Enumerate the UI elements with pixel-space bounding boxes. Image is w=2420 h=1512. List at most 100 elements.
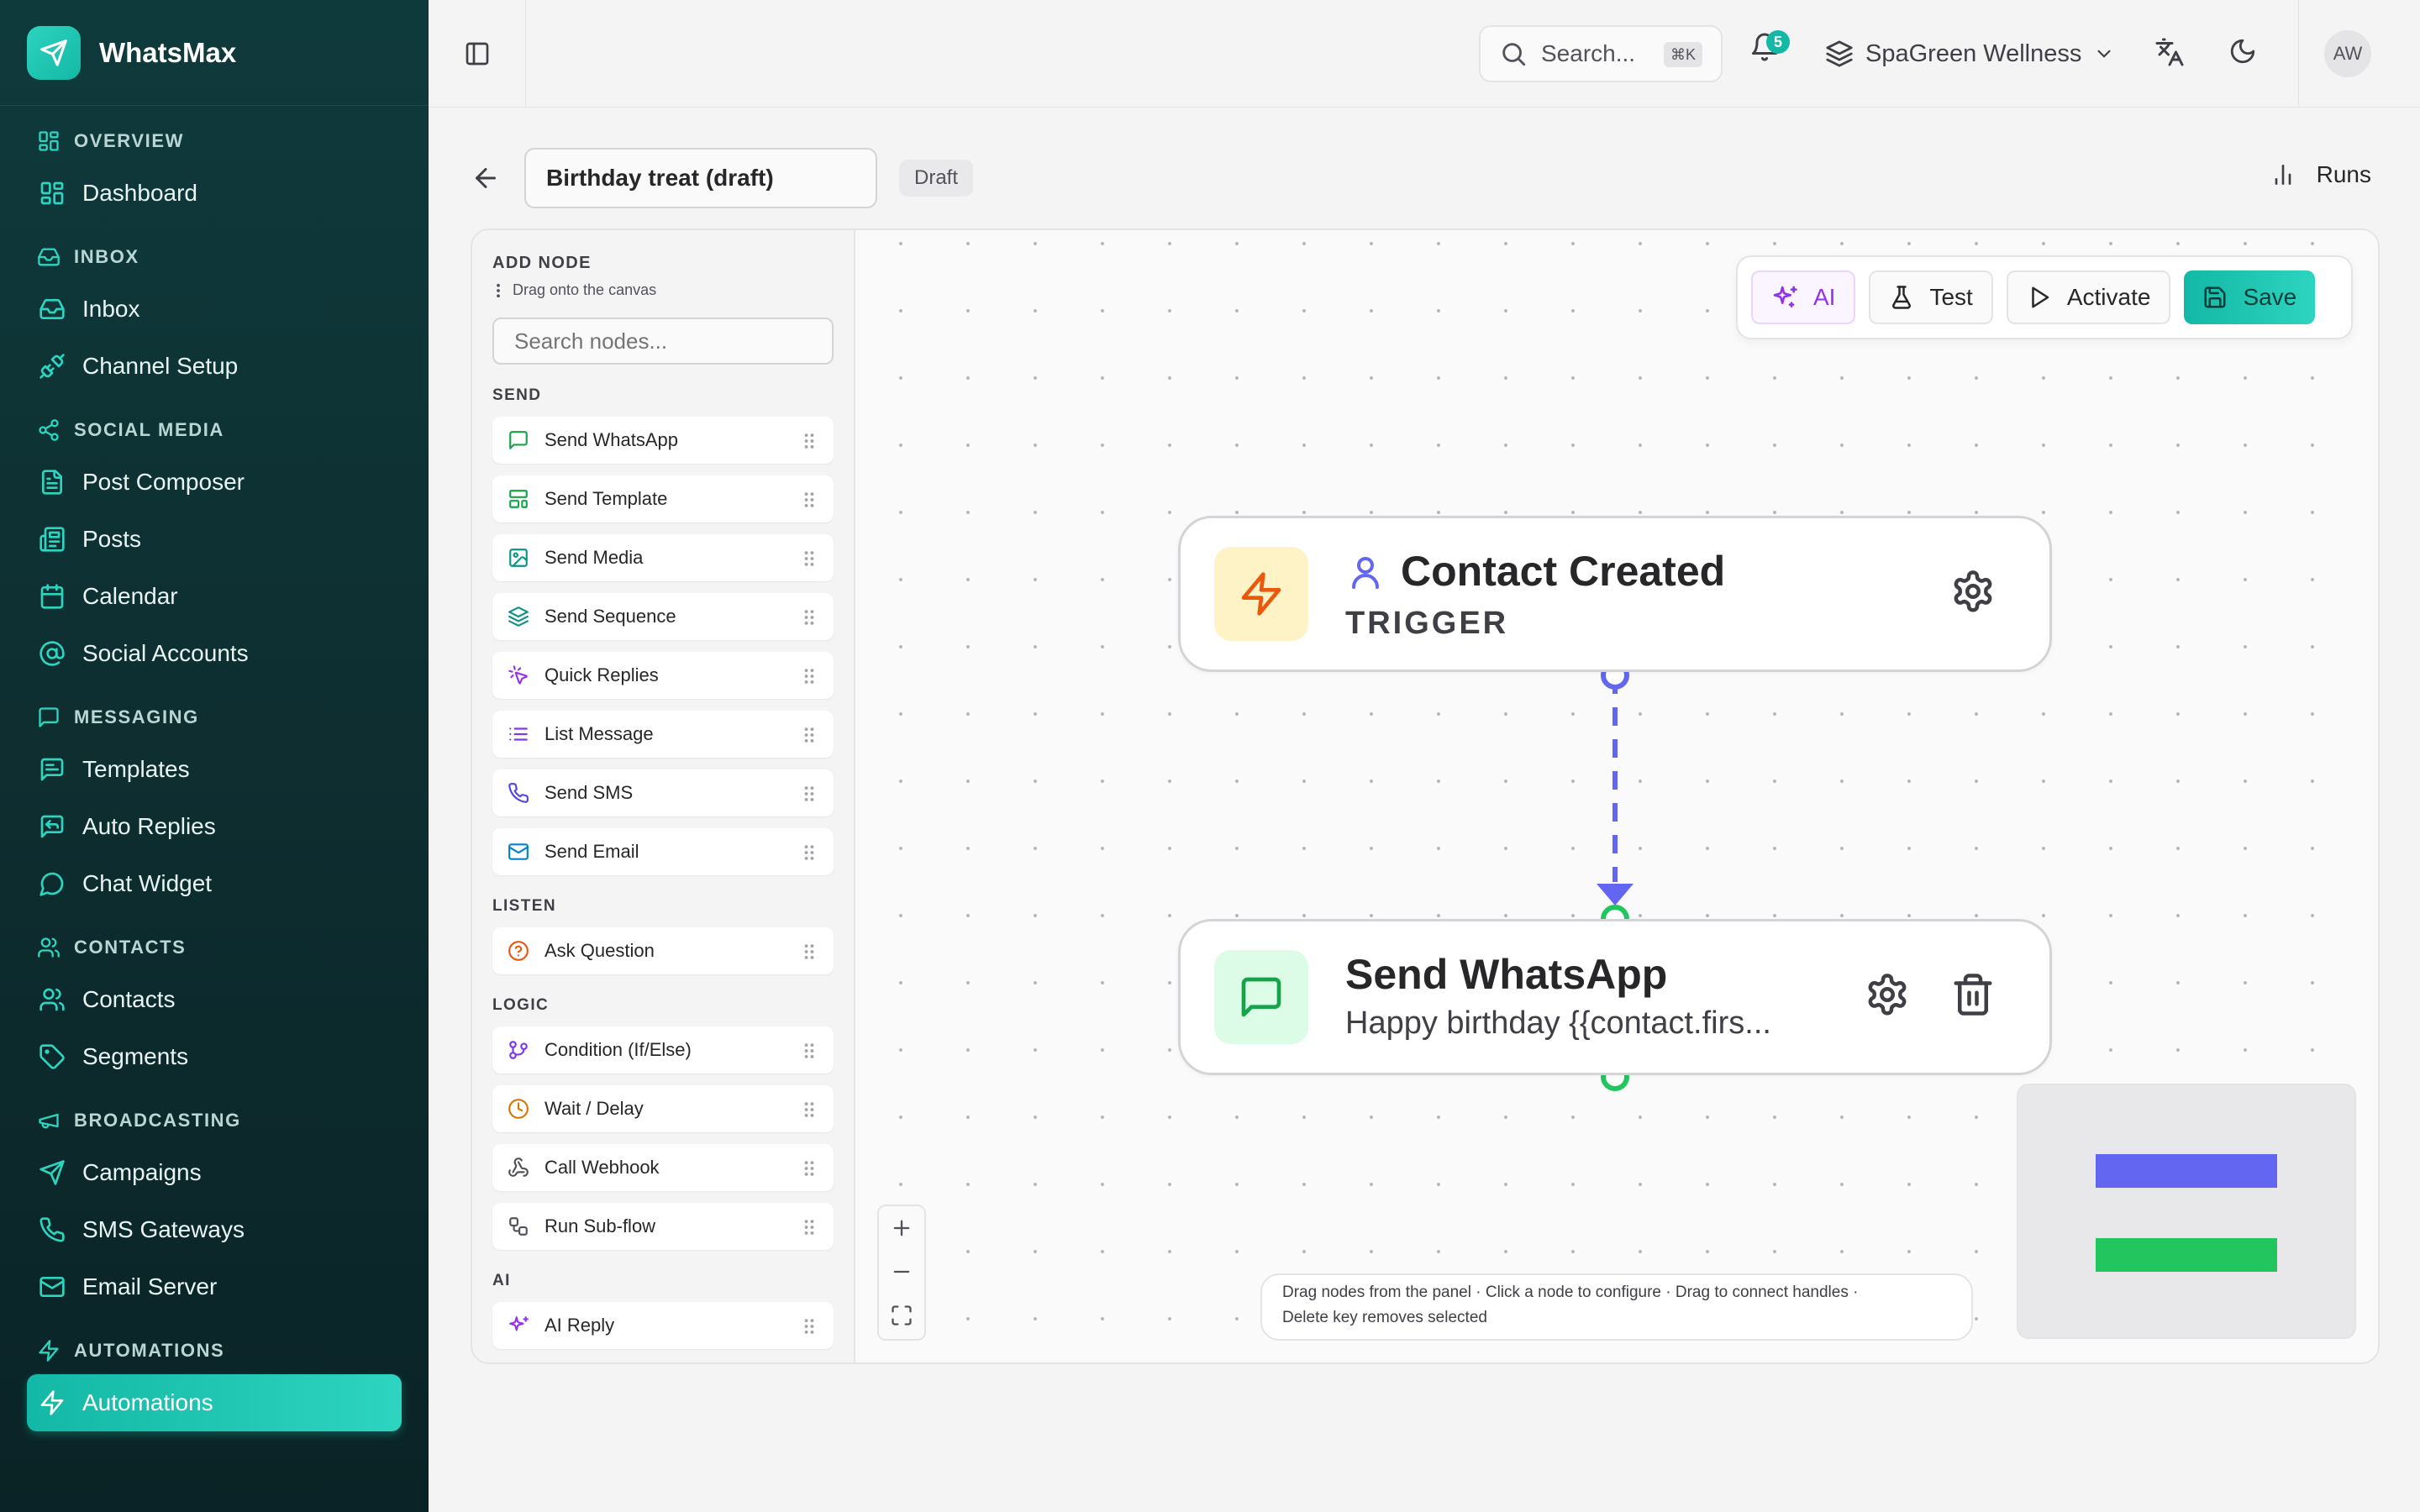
send-whatsapp-node[interactable]: Send WhatsApp Happy birthday {{contact.f… — [1178, 919, 2052, 1075]
sidebar-item-contacts[interactable]: Contacts — [27, 971, 402, 1028]
grip-icon[interactable] — [803, 843, 815, 862]
trigger-settings-button[interactable] — [1950, 569, 1996, 614]
sidebar-toggle-button[interactable] — [429, 0, 526, 108]
sidebar-item-posts[interactable]: Posts — [27, 511, 402, 568]
node-item-send-sequence[interactable]: Send Sequence — [492, 593, 834, 640]
nav-section-title: CONTACTS — [74, 937, 187, 958]
node-item-wait-delay[interactable]: Wait / Delay — [492, 1085, 834, 1132]
trigger-node[interactable]: Contact Created TRIGGER — [1178, 516, 2052, 672]
global-search[interactable]: Search... ⌘K — [1479, 25, 1723, 82]
sidebar-item-automations[interactable]: Automations — [27, 1374, 402, 1431]
node-item-call-webhook[interactable]: Call Webhook — [492, 1144, 834, 1191]
grip-icon[interactable] — [803, 1317, 815, 1336]
gear-icon — [1954, 570, 1992, 612]
nav-section-title: MESSAGING — [74, 706, 199, 727]
tag-icon — [39, 1044, 65, 1069]
grip-icon[interactable] — [803, 549, 815, 568]
inbox-icon — [38, 248, 60, 266]
add-node-panel: ADD NODE Drag onto the canvas SEND Send W… — [472, 230, 855, 1362]
sidebar-item-segments[interactable]: Segments — [27, 1028, 402, 1085]
pointer-click-icon — [508, 665, 528, 685]
sidebar-item-inbox[interactable]: Inbox — [27, 281, 402, 338]
send-settings-button[interactable] — [1865, 972, 1910, 1017]
language-button[interactable] — [2154, 37, 2185, 67]
chat-circle-icon — [39, 872, 64, 896]
notification-badge: 5 — [1766, 30, 1790, 54]
node-item-ai-reply[interactable]: AI Reply — [492, 1302, 834, 1349]
node-item-label: List Message — [544, 723, 654, 744]
sidebar-item-sms-gateways[interactable]: SMS Gateways — [27, 1201, 402, 1258]
send-icon — [27, 25, 81, 80]
avatar[interactable]: AW — [2324, 30, 2371, 77]
grip-icon[interactable] — [803, 726, 815, 744]
grip-icon[interactable] — [803, 1100, 815, 1119]
mail-icon — [508, 843, 529, 860]
sidebar-item-campaigns[interactable]: Campaigns — [27, 1144, 402, 1201]
grip-icon[interactable] — [803, 667, 815, 685]
grip-icon[interactable] — [803, 785, 815, 803]
share-icon — [39, 419, 59, 441]
node-item-condition-if-else[interactable]: Condition (If/Else) — [492, 1026, 834, 1074]
send-whatsapp-tile — [1214, 950, 1308, 1044]
node-item-send-sms[interactable]: Send SMS — [492, 769, 834, 816]
panel-left-icon — [466, 42, 488, 66]
theme-toggle-button[interactable] — [2228, 37, 2257, 66]
node-group-logic: LOGIC — [492, 996, 550, 1014]
zoom-out-button[interactable] — [879, 1250, 924, 1294]
sidebar-item-templates[interactable]: Templates — [27, 741, 402, 798]
trash-icon — [1954, 974, 1992, 1016]
brand[interactable]: WhatsMax — [0, 0, 429, 106]
node-item-send-email[interactable]: Send Email — [492, 828, 834, 875]
grip-icon[interactable] — [803, 432, 815, 450]
node-item-label: Wait / Delay — [544, 1098, 644, 1119]
sidebar-item-email-server[interactable]: Email Server — [27, 1258, 402, 1315]
nav-section-messaging: MESSAGING — [27, 701, 402, 734]
node-item-list-message[interactable]: List Message — [492, 711, 834, 758]
workspace-switcher[interactable]: SpaGreen Wellness — [1825, 25, 2115, 82]
grip-icon[interactable] — [803, 1218, 815, 1236]
minimap[interactable] — [2017, 1084, 2356, 1339]
inbox-icon — [39, 299, 65, 319]
message-text-icon — [40, 758, 64, 781]
webhook-icon — [508, 1158, 529, 1177]
panel-subtitle-row: Drag onto the canvas — [492, 281, 832, 299]
users-icon — [39, 988, 65, 1011]
node-search-input[interactable] — [492, 318, 834, 365]
back-button[interactable] — [471, 163, 501, 193]
layers-icon — [508, 606, 529, 627]
flow-name-input[interactable]: Birthday treat (draft) — [524, 148, 877, 208]
layers-icon — [1826, 40, 1853, 67]
node-item-ask-question[interactable]: Ask Question — [492, 927, 834, 974]
fit-view-button[interactable] — [879, 1294, 924, 1337]
send-node-title: Send WhatsApp — [1345, 951, 1668, 998]
node-item-label: Condition (If/Else) — [544, 1039, 692, 1060]
send-delete-button[interactable] — [1950, 972, 1996, 1017]
sidebar-item-channel-setup[interactable]: Channel Setup — [27, 338, 402, 395]
node-item-label: Run Sub-flow — [544, 1215, 656, 1236]
sidebar-item-social-accounts[interactable]: Social Accounts — [27, 625, 402, 682]
sidebar-item-chat-widget[interactable]: Chat Widget — [27, 855, 402, 912]
grip-icon[interactable] — [803, 1159, 815, 1178]
node-item-quick-replies[interactable]: Quick Replies — [492, 652, 834, 699]
help-circle-icon — [508, 941, 529, 961]
grip-icon[interactable] — [803, 491, 815, 509]
grip-icon[interactable] — [803, 608, 815, 627]
sidebar-item-post-composer[interactable]: Post Composer — [27, 454, 402, 511]
send-icon — [39, 1160, 65, 1185]
grid-icon — [40, 181, 64, 205]
flow-canvas[interactable]: AI Test Activate Save Contact Created TR… — [855, 230, 2378, 1362]
zoom-in-button[interactable] — [879, 1206, 924, 1250]
runs-button[interactable]: Runs — [2270, 161, 2371, 188]
nav-section-title: AUTOMATIONS — [74, 1340, 225, 1361]
sidebar: WhatsMax OVERVIEW Dashboard INBOX Inbox Chan… — [0, 0, 429, 1512]
node-item-send-whatsapp[interactable]: Send WhatsApp — [492, 417, 834, 464]
sidebar-item-calendar[interactable]: Calendar — [27, 568, 402, 625]
grip-icon[interactable] — [803, 942, 815, 961]
node-item-send-template[interactable]: Send Template — [492, 475, 834, 522]
sidebar-item-label: Dashboard — [82, 180, 197, 206]
node-item-run-sub-flow[interactable]: Run Sub-flow — [492, 1203, 834, 1250]
grip-icon[interactable] — [803, 1042, 815, 1060]
sidebar-item-dashboard[interactable]: Dashboard — [27, 165, 402, 222]
node-item-send-media[interactable]: Send Media — [492, 534, 834, 581]
sidebar-item-auto-replies[interactable]: Auto Replies — [27, 798, 402, 855]
